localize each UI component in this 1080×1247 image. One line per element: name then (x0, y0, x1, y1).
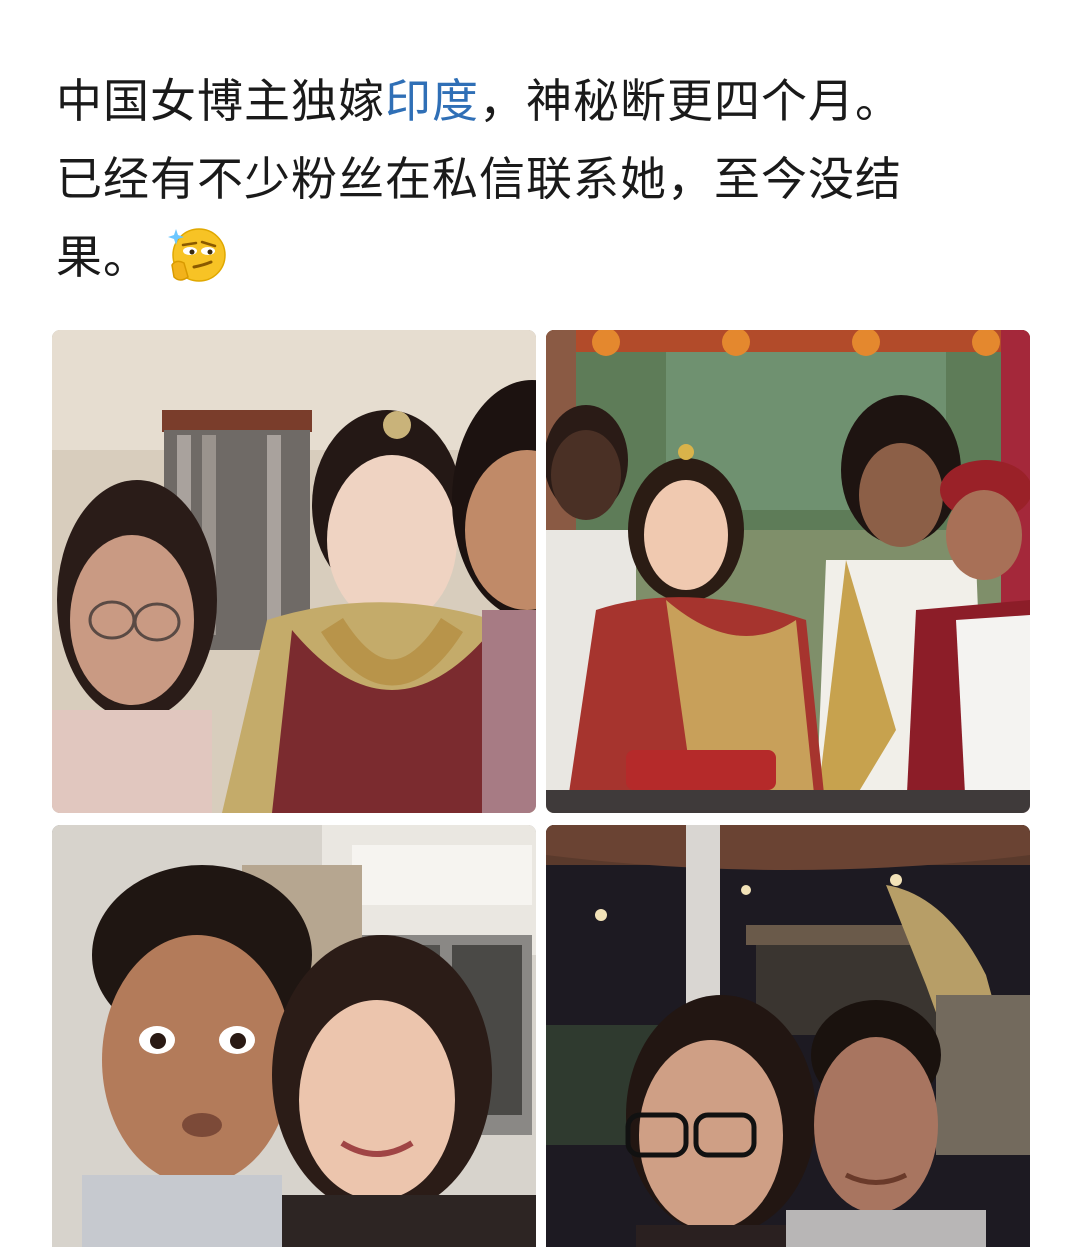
photo-couple-selfie-night[interactable] (546, 825, 1030, 1247)
post-text: 中国女博主独嫁印度，神秘断更四个月。 已经有不少粉丝在私信联系她，至今没结 果。 (56, 62, 1026, 296)
weibo-post: 中国女博主独嫁印度，神秘断更四个月。 已经有不少粉丝在私信联系她，至今没结 果。 (0, 0, 1080, 1247)
photo-couple-selfie-indoor[interactable] (52, 825, 536, 1247)
thinking-smirk-emoji-icon (166, 225, 228, 287)
topic-link-india[interactable]: 印度 (385, 74, 479, 128)
photo-1-image (52, 330, 536, 813)
photo-4-image (546, 825, 1030, 1247)
photo-wedding-group[interactable] (546, 330, 1030, 813)
photo-3-image (52, 825, 536, 1247)
photo-2-image (546, 330, 1030, 813)
post-text-line-1b: ，神秘断更四个月。 (479, 74, 902, 128)
photo-wedding-selfie[interactable] (52, 330, 536, 813)
post-text-line-2: 已经有不少粉丝在私信联系她，至今没结 (56, 152, 902, 206)
post-text-line-1a: 中国女博主独嫁 (56, 74, 385, 128)
post-text-line-3: 果。 (56, 230, 150, 284)
